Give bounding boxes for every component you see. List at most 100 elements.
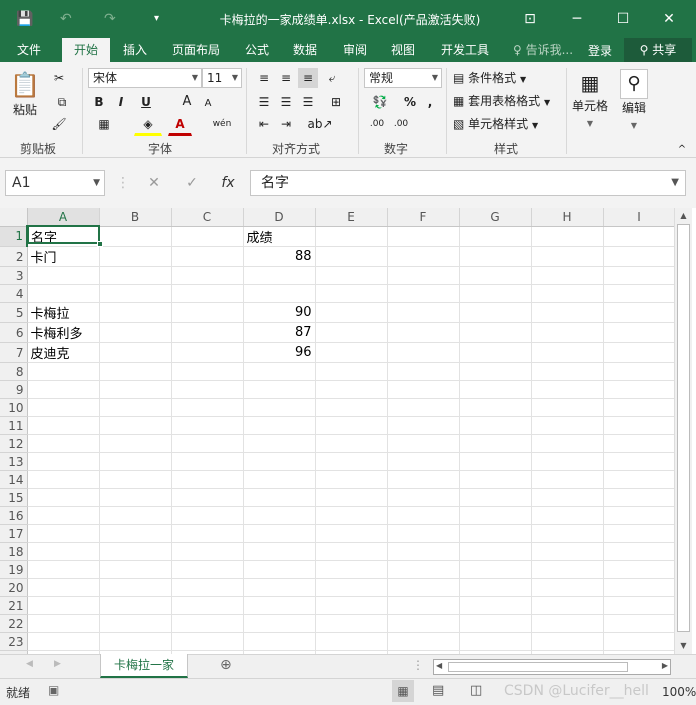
cell[interactable] <box>459 452 532 471</box>
scrollbar-thumb[interactable] <box>448 662 628 672</box>
cell[interactable] <box>27 596 100 615</box>
cell[interactable] <box>315 524 388 543</box>
cell-styles-button[interactable]: ▧ 单元格样式 ▼ <box>452 114 562 136</box>
cell[interactable] <box>243 560 316 579</box>
italic-button[interactable]: I <box>112 92 130 112</box>
cell[interactable] <box>27 398 100 417</box>
cell[interactable] <box>603 560 676 579</box>
cell[interactable] <box>243 578 316 597</box>
tab-formulas[interactable]: 公式 <box>236 38 278 62</box>
cell[interactable] <box>171 578 244 597</box>
cell[interactable] <box>387 284 460 303</box>
tab-review[interactable]: 审阅 <box>334 38 376 62</box>
cell[interactable] <box>603 614 676 633</box>
row-header[interactable]: 20 <box>0 578 28 597</box>
cell[interactable] <box>315 578 388 597</box>
row-header[interactable]: 17 <box>0 524 28 543</box>
tell-me-search[interactable]: ♀ 告诉我... <box>506 38 580 62</box>
column-header[interactable]: C <box>171 208 244 227</box>
cell[interactable] <box>243 470 316 489</box>
row-header[interactable]: 14 <box>0 470 28 489</box>
cell[interactable] <box>315 434 388 453</box>
cell[interactable] <box>531 560 604 579</box>
merge-center-icon[interactable]: ⊞ <box>322 92 350 112</box>
cell[interactable] <box>531 596 604 615</box>
cell[interactable] <box>27 488 100 507</box>
cell[interactable]: 名字 <box>27 226 100 247</box>
shrink-font-button[interactable]: A <box>200 94 216 114</box>
cell[interactable] <box>99 398 172 417</box>
cell[interactable] <box>171 542 244 561</box>
cell[interactable] <box>531 506 604 525</box>
cell[interactable] <box>387 632 460 651</box>
cell[interactable] <box>603 506 676 525</box>
cell[interactable] <box>99 542 172 561</box>
column-header[interactable]: H <box>531 208 604 227</box>
cell[interactable] <box>99 470 172 489</box>
row-header[interactable]: 21 <box>0 596 28 615</box>
cell[interactable] <box>531 266 604 285</box>
cell[interactable] <box>243 452 316 471</box>
tab-home[interactable]: 开始 <box>62 38 110 62</box>
cell[interactable] <box>531 246 604 267</box>
splitter-icon[interactable]: ⋮ <box>412 658 424 672</box>
cell[interactable] <box>603 434 676 453</box>
cell[interactable] <box>99 578 172 597</box>
font-color-button[interactable]: A <box>168 114 192 136</box>
macro-record-icon[interactable]: ▣ <box>48 683 59 697</box>
cell[interactable] <box>603 596 676 615</box>
name-box[interactable]: A1 ▼ <box>5 170 105 196</box>
cell[interactable] <box>459 416 532 435</box>
tab-insert[interactable]: 插入 <box>114 38 156 62</box>
borders-icon[interactable]: ▦ <box>90 114 118 134</box>
cell[interactable] <box>315 542 388 561</box>
cell[interactable] <box>603 322 676 343</box>
cell[interactable] <box>603 362 676 381</box>
cell[interactable] <box>27 578 100 597</box>
cell[interactable] <box>27 452 100 471</box>
scroll-right-icon[interactable]: ▶ <box>662 661 668 670</box>
orientation-icon[interactable]: ab↗ <box>306 114 334 134</box>
decrease-decimal-button[interactable]: .00 <box>390 114 412 134</box>
cell[interactable] <box>315 398 388 417</box>
cell[interactable] <box>315 632 388 651</box>
cell[interactable] <box>315 322 388 343</box>
cell[interactable] <box>603 226 676 247</box>
cell[interactable] <box>99 302 172 323</box>
cell[interactable] <box>387 614 460 633</box>
align-left-icon[interactable]: ☰ <box>254 92 274 112</box>
cell[interactable] <box>459 398 532 417</box>
cell[interactable] <box>531 302 604 323</box>
close-button[interactable]: ✕ <box>654 6 684 32</box>
cell[interactable] <box>243 398 316 417</box>
cell[interactable] <box>531 578 604 597</box>
cell[interactable] <box>27 542 100 561</box>
cell[interactable] <box>387 470 460 489</box>
cell[interactable] <box>171 398 244 417</box>
cell[interactable] <box>171 302 244 323</box>
tab-file[interactable]: 文件 <box>6 38 52 62</box>
cell[interactable] <box>171 322 244 343</box>
cell[interactable] <box>171 362 244 381</box>
wrap-text-icon[interactable]: ⤶ <box>322 68 342 88</box>
column-header[interactable]: D <box>243 208 316 227</box>
cell[interactable] <box>171 488 244 507</box>
editing-button[interactable]: ⚲ 编辑 ▼ <box>614 68 654 134</box>
cell[interactable] <box>387 452 460 471</box>
share-button[interactable]: ⚲ 共享 <box>624 38 692 62</box>
cell[interactable] <box>531 632 604 651</box>
cell[interactable] <box>387 596 460 615</box>
cell[interactable] <box>459 632 532 651</box>
page-break-view-icon[interactable]: ◫ <box>470 683 482 698</box>
cell[interactable] <box>459 470 532 489</box>
cell[interactable] <box>459 596 532 615</box>
cell[interactable] <box>171 470 244 489</box>
cell[interactable] <box>531 542 604 561</box>
cell[interactable] <box>531 362 604 381</box>
cell[interactable] <box>603 578 676 597</box>
cell[interactable] <box>243 284 316 303</box>
cell[interactable] <box>315 342 388 363</box>
cell[interactable] <box>99 632 172 651</box>
sheet-tab[interactable]: 卡梅拉一家 <box>100 654 188 678</box>
cell[interactable] <box>531 226 604 247</box>
